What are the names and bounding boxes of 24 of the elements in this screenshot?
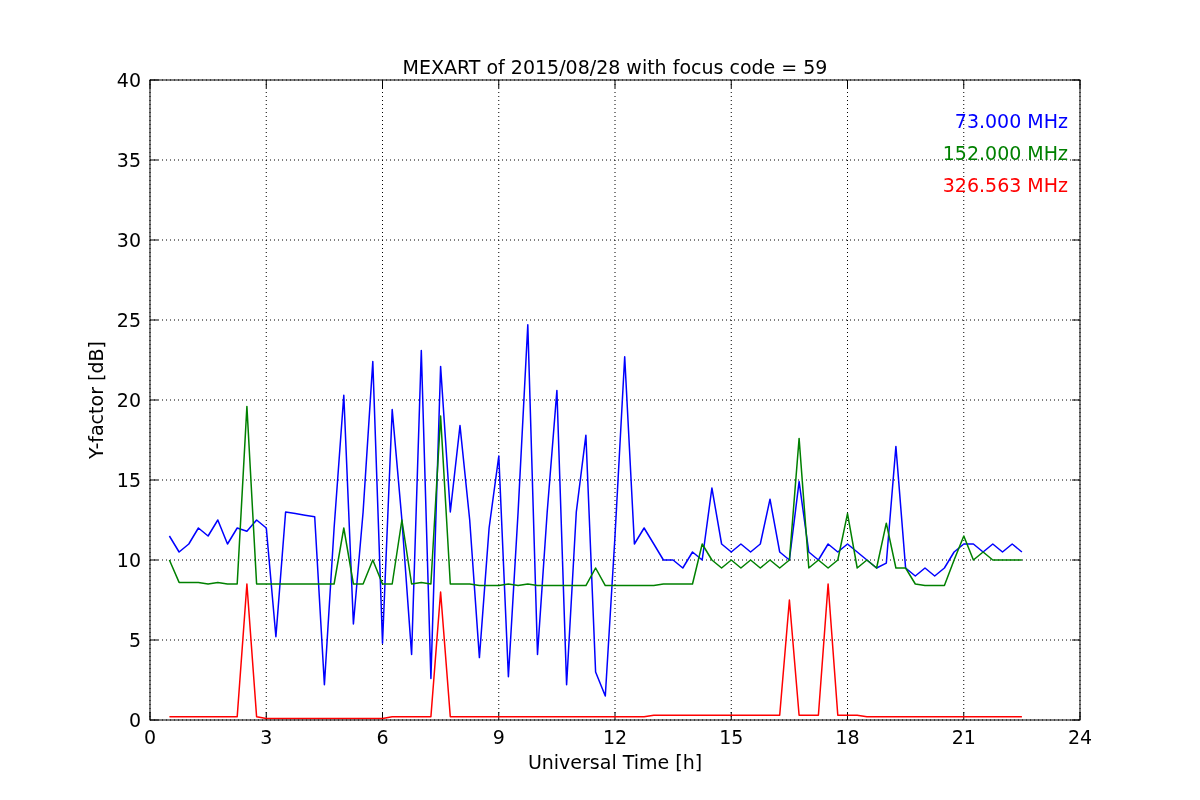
legend-label: 326.563 MHz	[942, 174, 1068, 196]
tick-label: 9	[492, 726, 505, 748]
tick-label: 15	[719, 726, 744, 748]
tick-label: 0	[143, 726, 157, 748]
tick-label: 15	[116, 469, 141, 491]
tick-label: 40	[116, 69, 141, 91]
tick-label: 12	[602, 726, 628, 748]
tick-label: 35	[116, 149, 141, 171]
tick-label: 18	[835, 726, 860, 748]
x-axis-label: Universal Time [h]	[527, 751, 703, 773]
legend-label: 73.000 MHz	[954, 110, 1068, 132]
tick-label: 6	[376, 726, 389, 748]
tick-label: 3	[260, 726, 273, 748]
tick-label: 10	[116, 549, 141, 571]
tick-label: 5	[128, 629, 141, 651]
tick-label: 25	[116, 309, 141, 331]
tick-label: 21	[951, 726, 976, 748]
tick-label: 30	[116, 229, 141, 251]
chart-title: MEXART of 2015/08/28 with focus code = 59	[402, 56, 828, 78]
tick-label: 24	[1067, 726, 1093, 748]
legend-label: 152.000 MHz	[942, 142, 1068, 164]
y-axis-label: Y-factor [dB]	[85, 341, 107, 459]
tick-label: 20	[116, 389, 141, 411]
tick-label: 0	[128, 709, 141, 731]
